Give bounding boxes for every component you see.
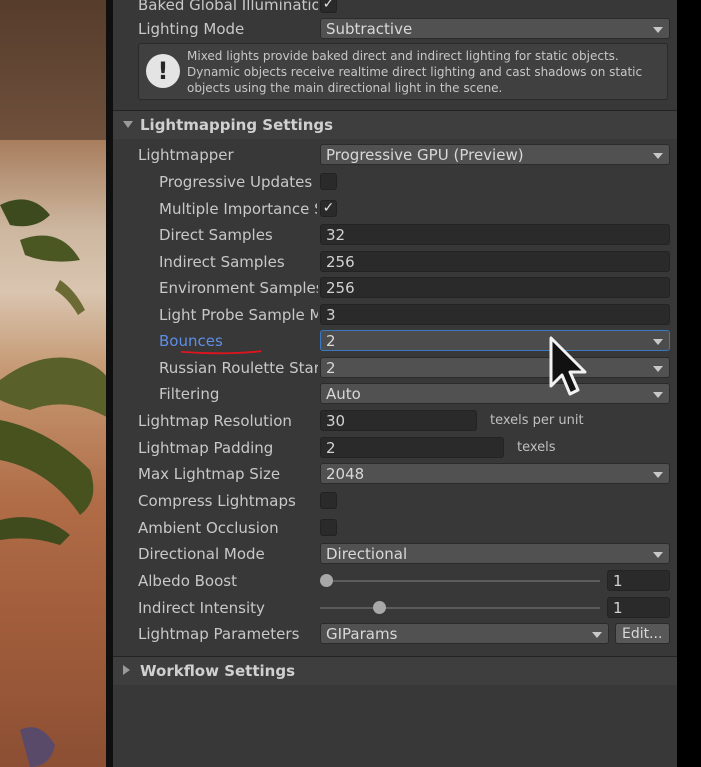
filtering-value: Auto [326,385,361,403]
indirect-intensity-slider-track[interactable] [320,607,600,609]
lighting-mode-dropdown[interactable]: Subtractive [320,18,670,39]
environment-samples-label: Environment Samples [159,279,318,297]
ambient-occlusion-label: Ambient Occlusion [138,519,279,537]
filtering-label: Filtering [159,385,220,403]
baked-gi-label: Baked Global Illuminatio [138,0,318,14]
indirect-intensity-field[interactable]: 1 [607,597,670,618]
info-icon: ! [146,54,180,88]
bounces-value: 2 [326,332,336,350]
dropdown-caret-icon [592,632,602,638]
indirect-intensity-label: Indirect Intensity [138,599,265,617]
max-lightmap-size-value: 2048 [326,465,365,483]
lightmapper-label: Lightmapper [138,146,234,164]
indirect-samples-row: Indirect Samples 256 [113,249,677,275]
lightmap-padding-label: Lightmap Padding [138,439,274,457]
lighting-inspector-panel: Baked Global Illuminatio ✓ Lighting Mode… [113,0,677,767]
compress-lightmaps-label: Compress Lightmaps [138,492,296,510]
max-lightmap-size-row: Max Lightmap Size 2048 [113,461,677,487]
ambient-occlusion-row: Ambient Occlusion [113,515,677,541]
light-probe-sample-label: Light Probe Sample M [159,306,318,324]
albedo-boost-field[interactable]: 1 [607,570,670,591]
compress-lightmaps-checkbox[interactable] [320,492,337,509]
baked-gi-checkbox[interactable]: ✓ [320,0,337,13]
russian-roulette-row: Russian Roulette Star 2 [113,355,677,381]
filtering-dropdown[interactable]: Auto [320,383,670,404]
workflow-settings-header[interactable]: Workflow Settings [113,656,677,685]
albedo-boost-slider-knob[interactable] [320,574,333,587]
dropdown-caret-icon [653,153,663,159]
environment-samples-field[interactable]: 256 [320,277,670,298]
lightmap-parameters-label: Lightmap Parameters [138,625,300,643]
multiple-importance-sampling-row: Multiple Importance S ✓ [113,196,677,222]
lightmapper-value: Progressive GPU (Preview) [326,146,524,164]
lightmap-parameters-value: GIParams [326,625,398,643]
progressive-updates-row: Progressive Updates [113,169,677,195]
lightmap-padding-field[interactable]: 2 [320,437,504,458]
lightmapper-dropdown[interactable]: Progressive GPU (Preview) [320,144,670,165]
max-lightmap-size-label: Max Lightmap Size [138,465,281,483]
scene-view [0,0,112,767]
right-edge-panel [677,0,701,767]
direct-samples-field[interactable]: 32 [320,224,670,245]
direct-samples-label: Direct Samples [159,226,273,244]
lightmap-resolution-label: Lightmap Resolution [138,412,292,430]
bounces-label: Bounces [159,332,223,350]
lighting-mode-value: Subtractive [326,20,413,38]
lightmapping-settings-title: Lightmapping Settings [140,116,334,134]
light-probe-sample-field[interactable]: 3 [320,304,670,325]
directional-mode-value: Directional [326,545,408,563]
red-underline-annotation [180,350,262,355]
indirect-intensity-row: Indirect Intensity 1 [113,595,677,621]
dropdown-caret-icon [653,339,663,345]
lightmap-resolution-row: Lightmap Resolution 30 texels per unit [113,408,677,434]
lightmapping-settings-header[interactable]: Lightmapping Settings [113,110,677,139]
mouse-cursor-icon [549,336,587,396]
filtering-row: Filtering Auto [113,381,677,407]
bounces-dropdown[interactable]: 2 [320,330,670,351]
direct-samples-row: Direct Samples 32 [113,222,677,248]
edit-parameters-button[interactable]: Edit... [615,623,670,644]
progressive-updates-label: Progressive Updates [159,173,313,191]
dropdown-caret-icon [653,472,663,478]
directional-mode-label: Directional Mode [138,545,265,563]
workflow-settings-title: Workflow Settings [140,662,295,680]
indirect-intensity-slider-knob[interactable] [373,601,387,614]
scene-foliage [0,0,112,767]
dropdown-caret-icon [653,366,663,372]
lightmap-padding-unit: texels [517,440,556,455]
max-lightmap-size-dropdown[interactable]: 2048 [320,463,670,484]
compress-lightmaps-row: Compress Lightmaps [113,488,677,514]
indirect-samples-label: Indirect Samples [159,253,285,271]
lighting-mode-label: Lighting Mode [138,20,245,38]
dropdown-caret-icon [653,27,663,33]
indirect-samples-field[interactable]: 256 [320,251,670,272]
light-probe-sample-row: Light Probe Sample M 3 [113,302,677,328]
environment-samples-row: Environment Samples 256 [113,275,677,301]
foldout-arrow-icon[interactable] [123,665,130,675]
lightmap-parameters-row: Lightmap Parameters GIParams Edit... [113,621,677,647]
dropdown-caret-icon [653,552,663,558]
help-text: Mixed lights provide baked direct and in… [187,49,643,95]
lighting-mode-row: Lighting Mode Subtractive [113,16,677,42]
albedo-boost-label: Albedo Boost [138,572,237,590]
lightmap-resolution-unit: texels per unit [490,413,584,428]
albedo-boost-slider-track[interactable] [320,580,600,582]
directional-mode-dropdown[interactable]: Directional [320,543,670,564]
russian-roulette-value: 2 [326,359,336,377]
russian-roulette-dropdown[interactable]: 2 [320,357,670,378]
multiple-importance-sampling-checkbox[interactable]: ✓ [320,200,337,217]
lightmap-padding-row: Lightmap Padding 2 texels [113,435,677,461]
progressive-updates-checkbox[interactable] [320,173,337,190]
dropdown-caret-icon [653,392,663,398]
albedo-boost-row: Albedo Boost 1 [113,568,677,594]
multiple-importance-sampling-label: Multiple Importance S [159,200,317,218]
directional-mode-row: Directional Mode Directional [113,541,677,567]
help-box: ! Mixed lights provide baked direct and … [138,43,668,100]
foldout-arrow-icon[interactable] [123,121,133,128]
ambient-occlusion-checkbox[interactable] [320,519,337,536]
lightmap-resolution-field[interactable]: 30 [320,410,477,431]
lightmapper-row: Lightmapper Progressive GPU (Preview) [113,142,677,168]
lightmap-parameters-dropdown[interactable]: GIParams [320,623,609,644]
russian-roulette-label: Russian Roulette Star [159,359,318,377]
